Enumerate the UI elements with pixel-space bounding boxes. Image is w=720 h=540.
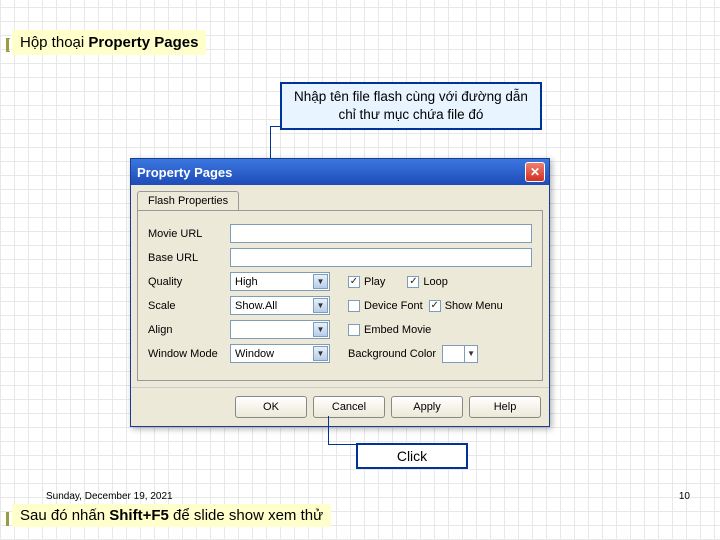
click-label: Click	[397, 448, 427, 464]
checkbox-icon	[348, 324, 360, 336]
base-url-input[interactable]	[230, 248, 532, 267]
bg-color-picker[interactable]: ▼	[442, 345, 478, 363]
chevron-down-icon: ▼	[313, 346, 328, 361]
checkbox-icon: ✓	[429, 300, 441, 312]
scale-value: Show.All	[235, 300, 277, 312]
loop-checkbox[interactable]: ✓ Loop	[407, 276, 447, 288]
titlebar[interactable]: Property Pages ✕	[131, 159, 549, 185]
tab-label: Flash Properties	[148, 195, 228, 207]
quality-value: High	[235, 276, 258, 288]
bullet-deco-2	[6, 512, 10, 526]
footer-bold: Shift+F5	[109, 507, 169, 524]
slide-title: Hộp thoại Property Pages	[12, 30, 206, 55]
show-menu-label: Show Menu	[445, 300, 503, 312]
tab-flash-properties[interactable]: Flash Properties	[137, 191, 239, 210]
label-quality: Quality	[148, 276, 230, 288]
tab-body: Movie URL Base URL Quality High ▼ ✓ Play…	[137, 210, 543, 381]
movie-url-input[interactable]	[230, 224, 532, 243]
embed-movie-label: Embed Movie	[364, 324, 431, 336]
ok-button[interactable]: OK	[235, 396, 307, 418]
label-movie-url: Movie URL	[148, 228, 230, 240]
device-font-checkbox[interactable]: Device Font	[348, 300, 423, 312]
embed-movie-checkbox[interactable]: Embed Movie	[348, 324, 431, 336]
scale-select[interactable]: Show.All ▼	[230, 296, 330, 315]
quality-select[interactable]: High ▼	[230, 272, 330, 291]
title-plain: Hộp thoại	[20, 34, 88, 51]
chevron-down-icon: ▼	[313, 322, 328, 337]
checkbox-icon	[348, 300, 360, 312]
label-window-mode: Window Mode	[148, 348, 230, 360]
loop-label: Loop	[423, 276, 447, 288]
label-bg-color: Background Color	[348, 348, 436, 360]
slide-date: Sunday, December 19, 2021	[46, 491, 173, 502]
bg-color-row: Background Color ▼	[348, 345, 478, 363]
label-scale: Scale	[148, 300, 230, 312]
play-checkbox[interactable]: ✓ Play	[348, 276, 385, 288]
device-font-label: Device Font	[364, 300, 423, 312]
title-bold: Property Pages	[88, 34, 198, 51]
checkbox-icon: ✓	[407, 276, 419, 288]
click-callout: Click	[356, 443, 468, 469]
dialog-title: Property Pages	[137, 165, 232, 180]
click-connector-h	[328, 444, 356, 445]
window-mode-value: Window	[235, 348, 274, 360]
click-connector-v	[328, 416, 329, 444]
show-menu-checkbox[interactable]: ✓ Show Menu	[429, 300, 503, 312]
button-row: OK Cancel Apply Help	[131, 387, 549, 426]
play-label: Play	[364, 276, 385, 288]
footer-tail: để slide show xem thử	[169, 507, 323, 524]
help-button[interactable]: Help	[469, 396, 541, 418]
chevron-down-icon: ▼	[313, 298, 328, 313]
cancel-button[interactable]: Cancel	[313, 396, 385, 418]
apply-button[interactable]: Apply	[391, 396, 463, 418]
callout-connector-h	[270, 126, 280, 127]
window-mode-select[interactable]: Window ▼	[230, 344, 330, 363]
label-align: Align	[148, 324, 230, 336]
checkbox-icon: ✓	[348, 276, 360, 288]
page-number: 10	[679, 491, 690, 502]
bullet-deco	[6, 38, 10, 52]
chevron-down-icon: ▼	[464, 346, 477, 362]
callout-text: Nhập tên file flash cùng với đường dẫn c…	[294, 89, 528, 122]
footer-plain: Sau đó nhấn	[20, 507, 109, 524]
footer-note: Sau đó nhấn Shift+F5 để slide show xem t…	[12, 504, 331, 527]
tab-row: Flash Properties	[131, 185, 549, 210]
callout-box: Nhập tên file flash cùng với đường dẫn c…	[280, 82, 542, 130]
align-select[interactable]: ▼	[230, 320, 330, 339]
property-pages-dialog: Property Pages ✕ Flash Properties Movie …	[130, 158, 550, 427]
close-icon: ✕	[530, 165, 540, 179]
chevron-down-icon: ▼	[313, 274, 328, 289]
label-base-url: Base URL	[148, 252, 230, 264]
close-button[interactable]: ✕	[525, 162, 545, 182]
